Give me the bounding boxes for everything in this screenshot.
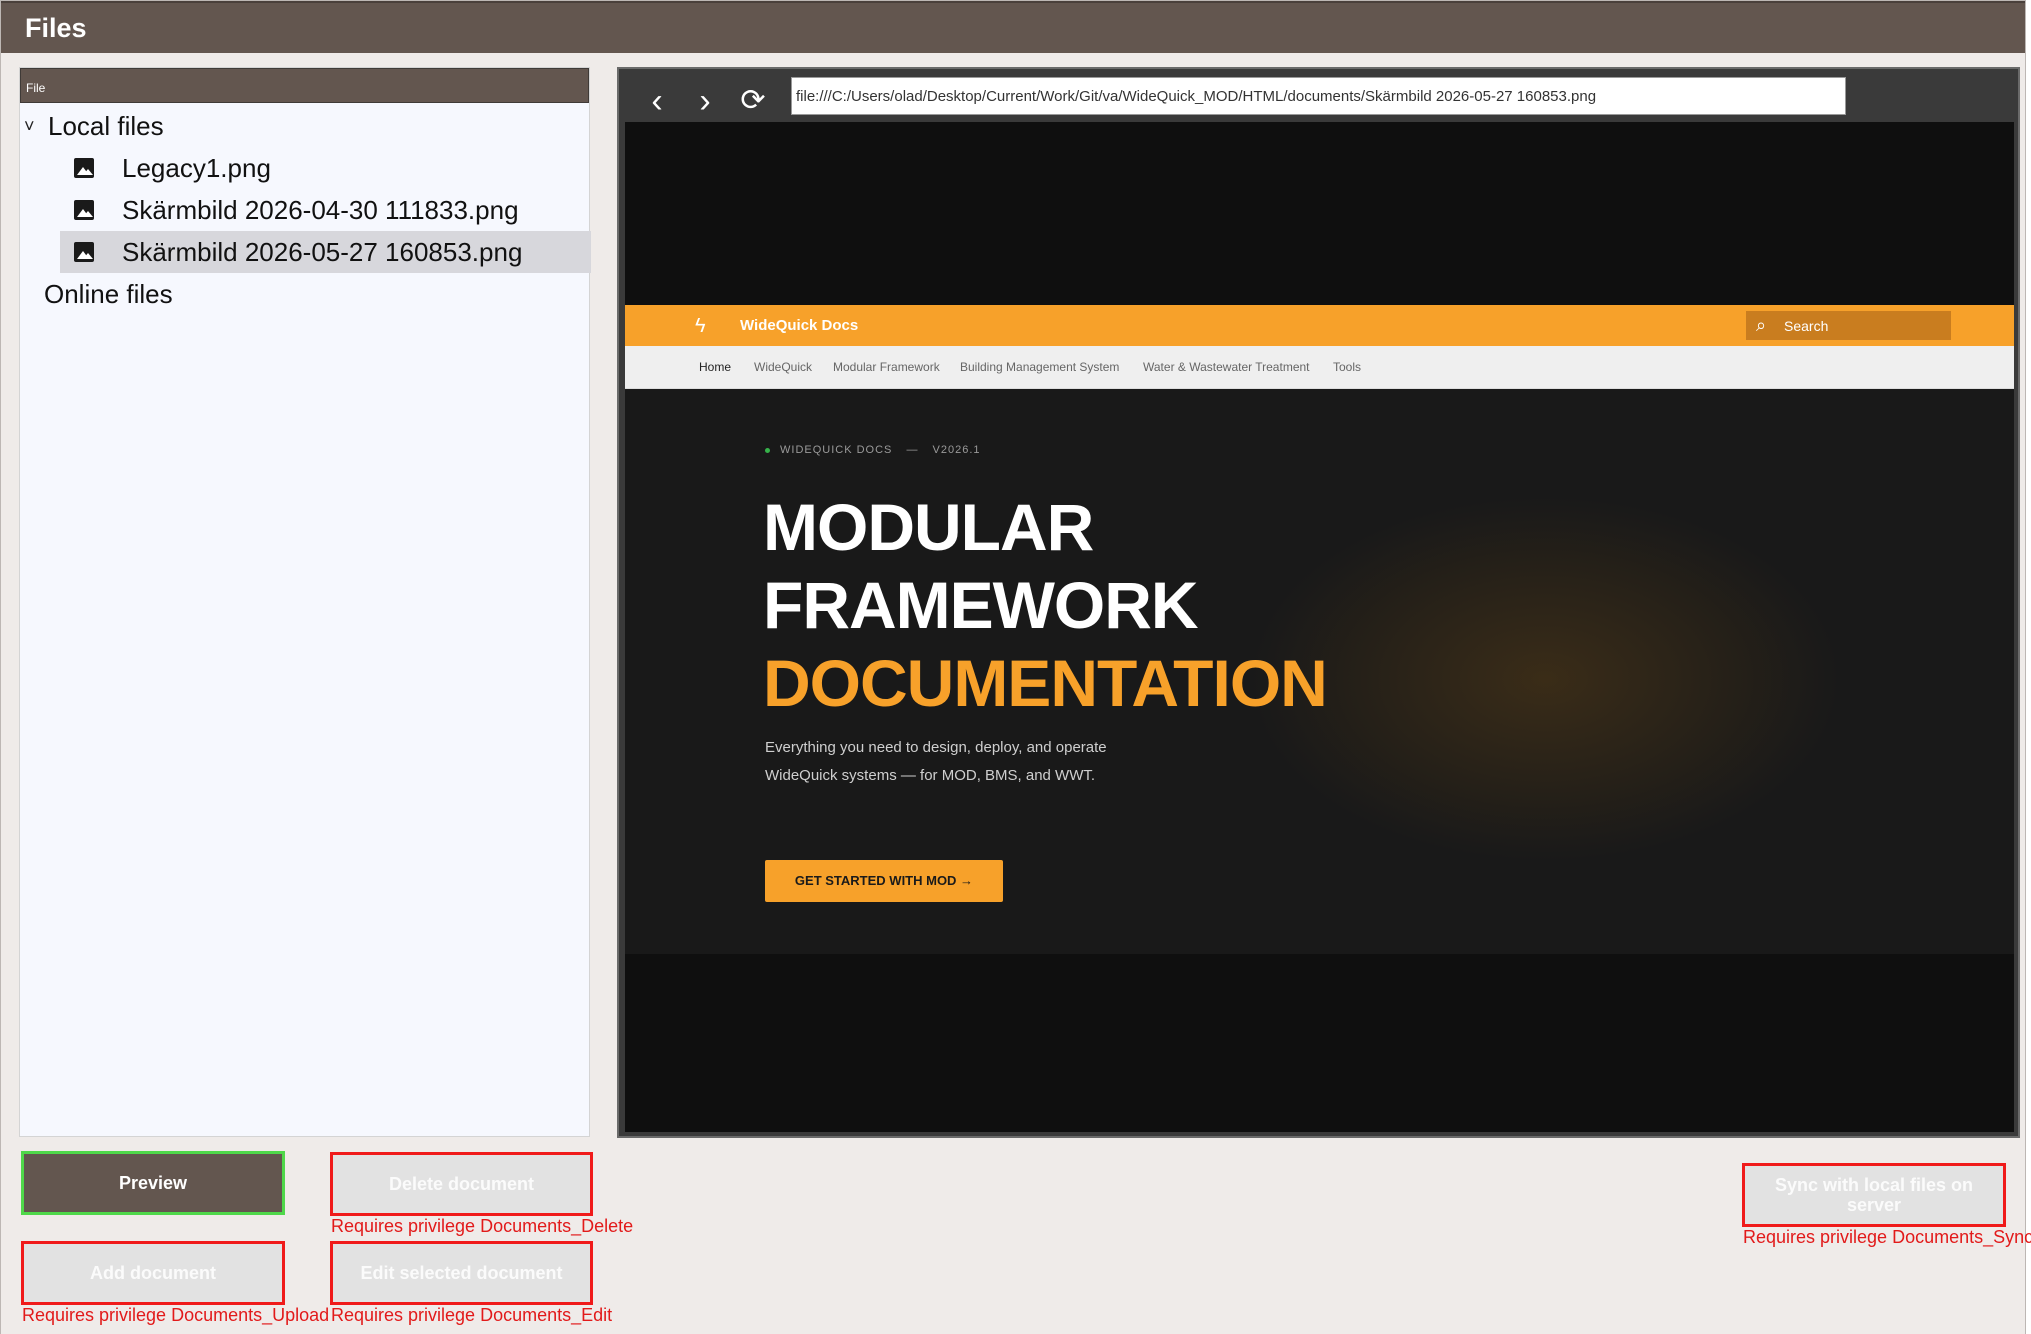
delete-document-button[interactable]: Delete document — [330, 1152, 593, 1216]
tree-file-label: Legacy1.png — [122, 152, 271, 183]
tree-node-label: Online files — [44, 278, 173, 309]
url-input[interactable]: file:///C:/Users/olad/Desktop/Current/Wo… — [791, 77, 1846, 115]
preview-button[interactable]: Preview — [21, 1151, 285, 1215]
hero-description: Everything you need to design, deploy, a… — [765, 739, 1107, 784]
add-privilege-note: Requires privilege Documents_Upload — [22, 1305, 330, 1325]
edit-privilege-note: Requires privilege Documents_Edit — [331, 1305, 613, 1325]
image-file-icon — [74, 200, 94, 220]
hero-headline-3: DOCUMENTATION — [763, 646, 1328, 720]
tree-node-local-files[interactable]: ˅ Local files — [24, 105, 164, 147]
site-header: ϟ WideQuick Docs ⌕ Search — [625, 305, 2014, 346]
hero-headline-2: FRAMEWORK — [763, 568, 1199, 642]
browser-viewport: ϟ WideQuick Docs ⌕ Search Home WideQuick… — [625, 122, 2014, 1132]
file-tree-panel: File ˅ Local files Legacy1.png Skärmbild… — [19, 67, 591, 1137]
title-bar: Files — [1, 1, 2025, 53]
hero-cta-button: GET STARTED WITH MOD → — [765, 860, 1003, 902]
back-icon[interactable]: ‹ — [639, 83, 675, 119]
tree-node-label: Local files — [48, 110, 164, 141]
bolt-logo-icon: ϟ — [695, 315, 706, 337]
site-search: ⌕ Search — [1746, 311, 1951, 340]
site-nav-wwt: Water & Wastewater Treatment — [1143, 360, 1310, 374]
hero-kicker-separator: — — [906, 444, 919, 456]
window-title: Files — [25, 13, 87, 43]
tree-node-online-files[interactable]: Online files — [44, 273, 173, 315]
site-nav-modular: Modular Framework — [833, 360, 940, 374]
site-nav-widequick: WideQuick — [754, 360, 813, 374]
image-file-icon — [74, 158, 94, 178]
site-brand: WideQuick Docs — [740, 317, 859, 334]
site-nav-home: Home — [699, 360, 732, 374]
delete-privilege-note: Requires privilege Documents_Delete — [331, 1216, 634, 1236]
status-dot-icon — [765, 447, 770, 453]
tree-file-item-selected[interactable]: Skärmbild 2026-05-27 160853.png — [60, 231, 591, 273]
reload-icon[interactable]: ⟳ — [735, 83, 771, 119]
tree-file-item[interactable]: Legacy1.png — [60, 147, 591, 189]
preview-browser: ‹ › ⟳ file:///C:/Users/olad/Desktop/Curr… — [617, 67, 2020, 1138]
hero-version: V2026.1 — [932, 444, 981, 456]
image-file-icon — [74, 242, 94, 262]
site-nav-bms: Building Management System — [960, 360, 1120, 374]
search-icon: ⌕ — [1756, 315, 1767, 335]
sync-local-files-button[interactable]: Sync with local files on server — [1742, 1163, 2006, 1227]
add-document-button[interactable]: Add document — [21, 1241, 285, 1305]
hero-kicker: WIDEQUICK DOCS — V2026.1 — [765, 444, 981, 456]
sync-privilege-note: Requires privilege Documents_Sync — [1743, 1227, 2031, 1247]
site-nav: Home WideQuick Modular Framework Buildin… — [625, 346, 2014, 389]
files-window: Files File ˅ Local files Legacy1.png Skä… — [0, 0, 2031, 1334]
edit-document-button[interactable]: Edit selected document — [330, 1241, 593, 1305]
file-tree-header-label: File — [26, 81, 46, 95]
tree-file-label: Skärmbild 2026-04-30 111833.png — [122, 194, 519, 225]
site-search-label: Search — [1784, 318, 1829, 334]
site-nav-tools: Tools — [1333, 360, 1362, 374]
file-tree-header: File — [20, 68, 589, 103]
tree-file-label: Skärmbild 2026-05-27 160853.png — [122, 236, 523, 267]
chevron-down-icon[interactable]: ˅ — [24, 116, 44, 137]
forward-icon[interactable]: › — [687, 83, 723, 119]
tree-file-item[interactable]: Skärmbild 2026-04-30 111833.png — [60, 189, 591, 231]
hero-headline-1: MODULAR — [763, 490, 1094, 564]
site-hero: WIDEQUICK DOCS — V2026.1 MODULAR FRAMEWO… — [625, 389, 2014, 954]
hero-kicker-label: WIDEQUICK DOCS — [780, 444, 893, 456]
